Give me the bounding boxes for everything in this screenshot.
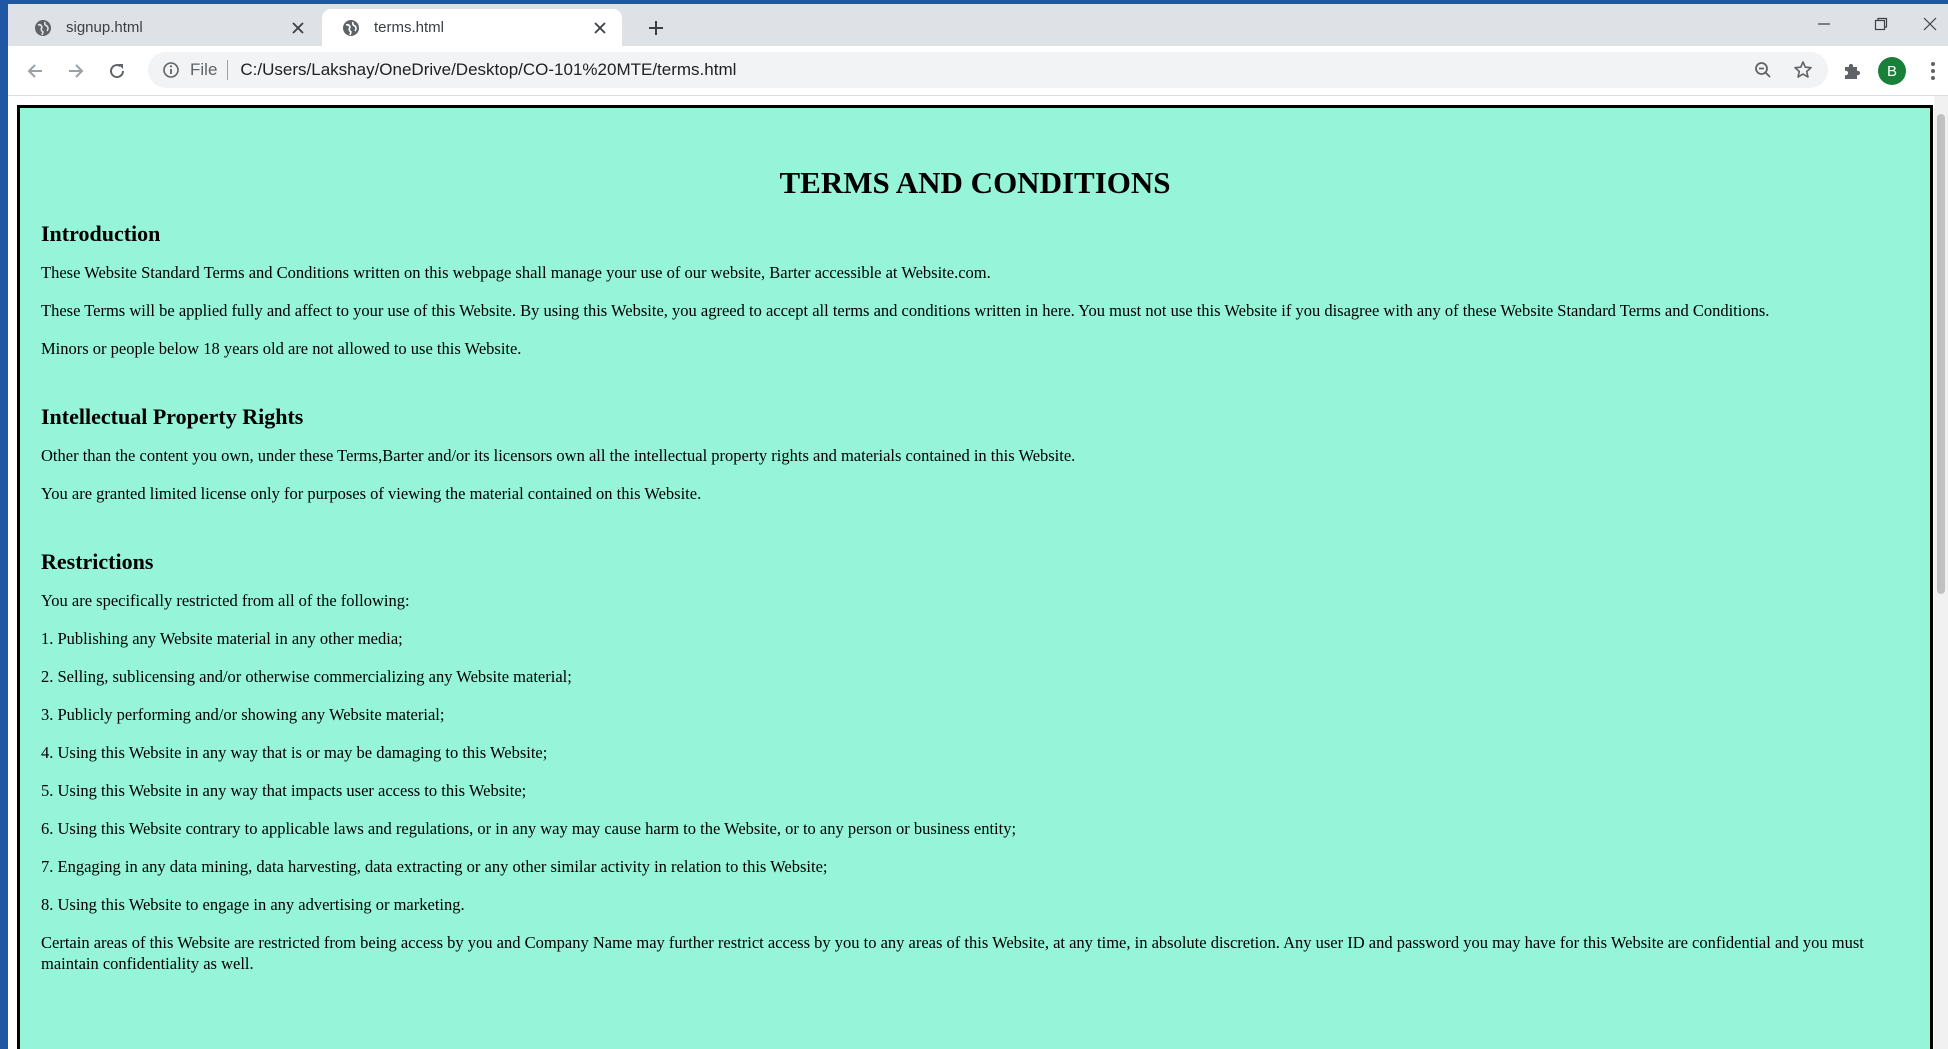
list-item: 2. Selling, sublicensing and/or otherwis… (41, 667, 572, 686)
vertical-scrollbar[interactable] (1934, 96, 1948, 1049)
tab-title: terms.html (374, 19, 445, 36)
tab-title: signup.html (66, 19, 143, 36)
address-bar[interactable]: File C:/Users/Lakshay/OneDrive/Desktop/C… (148, 52, 1828, 88)
browser-window: signup.html terms.html File C:/Users/Lak… (8, 4, 1948, 1049)
zoom-icon[interactable] (1750, 57, 1776, 83)
paragraph: These Website Standard Terms and Conditi… (41, 263, 991, 282)
reload-icon (110, 64, 125, 79)
page-viewport[interactable]: TERMS AND CONDITIONS Introduction These … (8, 96, 1948, 1049)
tab-signup[interactable]: signup.html (14, 9, 320, 46)
close-tab-icon[interactable] (590, 18, 610, 38)
list-item: 8. Using this Website to engage in any a… (41, 895, 465, 914)
list-item: 1. Publishing any Website material in an… (41, 629, 403, 648)
more-vertical-icon (1931, 62, 1935, 80)
close-tab-icon[interactable] (288, 18, 308, 38)
terms-page: TERMS AND CONDITIONS Introduction These … (17, 105, 1933, 1049)
address-url[interactable]: C:/Users/Lakshay/OneDrive/Desktop/CO-101… (240, 60, 736, 80)
paragraph: Minors or people below 18 years old are … (41, 339, 522, 358)
forward-button[interactable] (63, 58, 89, 84)
close-icon (1923, 17, 1937, 31)
scrollbar-thumb[interactable] (1937, 114, 1945, 594)
section-heading-introduction: Introduction (41, 221, 161, 246)
list-item: 5. Using this Website in any way that im… (41, 781, 527, 800)
minimize-icon (1818, 23, 1830, 25)
list-item: 3. Publicly performing and/or showing an… (41, 705, 445, 724)
arrow-left-icon (27, 64, 42, 78)
star-icon[interactable] (1790, 57, 1816, 83)
puzzle-icon (1845, 63, 1861, 79)
list-item: 6. Using this Website contrary to applic… (41, 819, 1017, 838)
paragraph: Certain areas of this Website are restri… (41, 933, 1864, 973)
paragraph: These Terms will be applied fully and af… (41, 301, 1770, 320)
menu-button[interactable] (1920, 58, 1946, 84)
address-separator (227, 60, 229, 80)
tab-strip: signup.html terms.html (8, 4, 1948, 46)
new-tab-button[interactable] (644, 16, 668, 40)
section-heading-intellectual-property: Intellectual Property Rights (41, 404, 304, 429)
profile-avatar[interactable]: B (1878, 57, 1906, 85)
plus-icon (649, 21, 663, 35)
minimize-button[interactable] (1812, 12, 1836, 36)
paragraph: You are specifically restricted from all… (41, 591, 410, 610)
list-item: 7. Engaging in any data mining, data har… (41, 857, 828, 876)
globe-icon (343, 19, 359, 36)
close-window-button[interactable] (1918, 12, 1942, 36)
profile-initial: B (1886, 62, 1897, 80)
extensions-button[interactable] (1839, 58, 1865, 84)
list-item: 4. Using this Website in any way that is… (41, 743, 548, 762)
globe-icon (35, 19, 51, 36)
info-icon[interactable] (162, 61, 180, 79)
restore-button[interactable] (1869, 12, 1893, 36)
restore-icon (1874, 17, 1888, 31)
back-button[interactable] (22, 58, 48, 84)
paragraph: Other than the content you own, under th… (41, 446, 1076, 465)
tab-terms[interactable]: terms.html (322, 9, 622, 46)
section-heading-restrictions: Restrictions (41, 549, 154, 574)
reload-button[interactable] (104, 58, 130, 84)
arrow-right-icon (69, 64, 84, 78)
page-title: TERMS AND CONDITIONS (779, 165, 1171, 200)
paragraph: You are granted limited license only for… (41, 484, 702, 503)
address-scheme: File (190, 60, 218, 79)
browser-toolbar: File C:/Users/Lakshay/OneDrive/Desktop/C… (8, 46, 1948, 96)
